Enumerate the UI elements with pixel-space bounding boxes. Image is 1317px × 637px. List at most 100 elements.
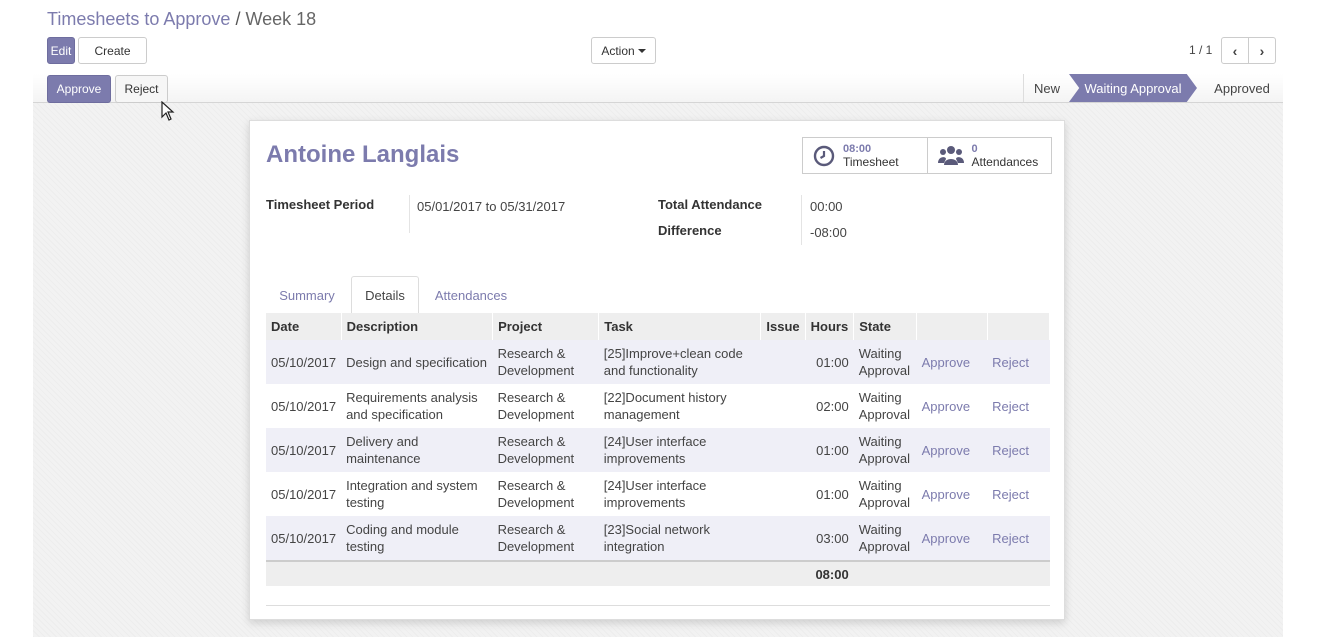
column-header-project[interactable]: Project bbox=[492, 313, 600, 340]
cell-date: 05/10/2017 bbox=[266, 516, 342, 561]
attendances-count: 0 bbox=[971, 142, 978, 155]
breadcrumb-separator: / bbox=[235, 9, 241, 29]
cell-issue bbox=[760, 340, 806, 384]
tab-attendances[interactable]: Attendances bbox=[423, 276, 519, 314]
approve-button[interactable]: Approve bbox=[47, 75, 111, 103]
breadcrumb: Timesheets to Approve / Week 18 bbox=[47, 9, 316, 30]
row-reject-button[interactable]: Reject bbox=[992, 399, 1029, 414]
create-button[interactable]: Create bbox=[78, 37, 147, 64]
pager-value[interactable]: 1 / 1 bbox=[1189, 43, 1212, 57]
timesheet-label: Timesheet bbox=[843, 154, 899, 169]
breadcrumb-current: Week 18 bbox=[245, 9, 317, 29]
mouse-cursor-icon bbox=[161, 101, 175, 121]
total-attendance-value: 00:00 bbox=[810, 199, 843, 214]
form-sheet: Antoine Langlais 08:00 Timesheet 0 Atten… bbox=[249, 120, 1065, 620]
cell-description: Design and specification bbox=[341, 340, 493, 384]
attendances-label: Attendances bbox=[971, 154, 1039, 169]
table-row[interactable]: 05/10/2017 Design and specification Rese… bbox=[266, 340, 1050, 384]
cell-issue bbox=[760, 428, 806, 472]
cell-state: Waiting Approval bbox=[853, 340, 917, 384]
row-reject-button[interactable]: Reject bbox=[992, 487, 1029, 502]
timesheet-smart-button[interactable]: 08:00 Timesheet bbox=[803, 138, 927, 173]
cell-date: 05/10/2017 bbox=[271, 398, 337, 414]
cell-hours: 01:00 bbox=[816, 486, 849, 502]
table-row[interactable]: 05/10/2017 Coding and module testing Res… bbox=[266, 516, 1050, 561]
table-footer-line bbox=[266, 605, 1050, 606]
timesheet-period-label: Timesheet Period bbox=[266, 197, 375, 212]
table-header-row: Date Description Project Task Issue Hour… bbox=[266, 313, 1051, 340]
column-header-task[interactable]: Task bbox=[598, 313, 762, 340]
cell-state: Waiting Approval bbox=[858, 478, 911, 510]
clock-icon bbox=[813, 145, 835, 166]
chevron-right-icon: › bbox=[1259, 42, 1265, 59]
table-row[interactable]: 05/10/2017 Requirements analysis and spe… bbox=[266, 384, 1050, 428]
cell-task: [24]User interface improvements bbox=[598, 428, 761, 472]
cell-project: Research & Development bbox=[492, 516, 599, 561]
tab-summary[interactable]: Summary bbox=[266, 276, 348, 314]
row-approve-button[interactable]: Approve bbox=[922, 399, 970, 414]
row-approve-button[interactable]: Approve bbox=[922, 487, 970, 502]
timesheet-count: 08:00 bbox=[843, 142, 872, 155]
control-panel: Timesheets to Approve / Week 18 Edit Cre… bbox=[33, 0, 1283, 75]
action-label: Action bbox=[601, 43, 635, 58]
cell-issue bbox=[761, 472, 805, 516]
difference-label: Difference bbox=[658, 223, 722, 238]
cell-description: Coding and module testing bbox=[341, 516, 493, 561]
cell-description: Delivery and maintenance bbox=[341, 428, 493, 472]
column-header-approve bbox=[916, 313, 988, 340]
cell-project: Research & Development bbox=[497, 390, 575, 422]
field-divider bbox=[801, 195, 802, 245]
cell-state: Waiting Approval bbox=[853, 516, 917, 561]
app-background: Timesheets to Approve / Week 18 Edit Cre… bbox=[33, 0, 1283, 637]
stage-approved[interactable]: Approved bbox=[1201, 74, 1283, 102]
caret-down-icon bbox=[637, 48, 646, 53]
cell-description: Integration and system testing bbox=[346, 478, 478, 510]
row-approve-button[interactable]: Approve bbox=[922, 531, 970, 546]
cell-task: [24]User interface improvements bbox=[603, 478, 707, 510]
cell-task: [22]Document history management bbox=[603, 390, 727, 422]
attendances-smart-button[interactable]: 0 Attendances bbox=[926, 138, 1052, 173]
employee-name: Antoine Langlais bbox=[266, 141, 460, 168]
pager-previous-button[interactable]: ‹ bbox=[1221, 37, 1249, 64]
column-header-hours[interactable]: Hours bbox=[805, 313, 855, 340]
pager-next-button[interactable]: › bbox=[1248, 37, 1276, 64]
row-approve-button[interactable]: Approve bbox=[922, 443, 970, 458]
cell-date: 05/10/2017 bbox=[271, 486, 337, 502]
column-header-description[interactable]: Description bbox=[341, 313, 494, 340]
users-icon bbox=[937, 145, 964, 165]
cell-date: 05/10/2017 bbox=[266, 340, 342, 384]
cell-issue bbox=[761, 384, 805, 428]
cell-task: [25]Improve+clean code and functionality bbox=[598, 340, 761, 384]
column-header-state[interactable]: State bbox=[853, 313, 918, 340]
total-hours: 08:00 bbox=[805, 560, 854, 586]
timesheet-lines-table: Date Description Project Task Issue Hour… bbox=[266, 313, 1051, 586]
cell-description: Requirements analysis and specification bbox=[346, 390, 478, 422]
chevron-left-icon: ‹ bbox=[1232, 42, 1238, 59]
edit-button[interactable]: Edit bbox=[47, 37, 75, 64]
cell-project: Research & Development bbox=[492, 428, 599, 472]
table-row[interactable]: 05/10/2017 Integration and system testin… bbox=[266, 472, 1050, 516]
column-header-reject bbox=[987, 313, 1051, 340]
cell-state: Waiting Approval bbox=[853, 428, 917, 472]
tab-details[interactable]: Details bbox=[351, 276, 419, 314]
stage-new[interactable]: New bbox=[1023, 74, 1070, 102]
row-approve-button[interactable]: Approve bbox=[922, 355, 970, 370]
stage-waiting-approval[interactable]: Waiting Approval bbox=[1069, 74, 1197, 102]
row-reject-button[interactable]: Reject bbox=[992, 355, 1029, 370]
field-divider bbox=[409, 195, 410, 233]
row-reject-button[interactable]: Reject bbox=[992, 443, 1029, 458]
cell-project: Research & Development bbox=[497, 478, 575, 510]
table-row[interactable]: 05/10/2017 Delivery and maintenance Rese… bbox=[266, 428, 1050, 472]
column-header-date[interactable]: Date bbox=[266, 313, 342, 340]
action-dropdown-button[interactable]: Action bbox=[591, 37, 656, 64]
reject-button[interactable]: Reject bbox=[115, 75, 168, 103]
column-header-issue[interactable]: Issue bbox=[760, 313, 806, 340]
smart-buttons: 08:00 Timesheet 0 Attendances bbox=[802, 137, 1052, 174]
row-reject-button[interactable]: Reject bbox=[992, 531, 1029, 546]
cell-hours: 01:00 bbox=[805, 428, 854, 472]
breadcrumb-parent-link[interactable]: Timesheets to Approve bbox=[47, 9, 230, 29]
cell-hours: 03:00 bbox=[805, 516, 854, 561]
cell-hours: 01:00 bbox=[805, 340, 854, 384]
cell-task: [23]Social network integration bbox=[598, 516, 761, 561]
cell-date: 05/10/2017 bbox=[266, 428, 342, 472]
